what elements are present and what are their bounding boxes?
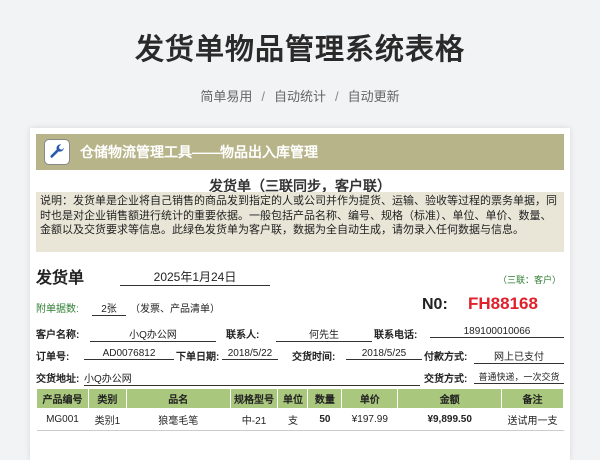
customer-label: 客户名称: [36,330,80,341]
number-label: N0: [422,296,448,313]
contact-label: 联系人: [226,330,260,341]
feature-2: 自动统计 [273,89,326,104]
attach-count[interactable]: 2张 [92,300,126,316]
separator: / [261,89,265,104]
feature-3: 自动更新 [347,89,400,104]
table-cell[interactable]: ¥9,899.50 [397,408,502,431]
spreadsheet-preview: 仓储物流管理工具——物品出入库管理 发货单（三联同步，客户联） 说明：发货单是企… [30,128,570,460]
separator: / [335,89,339,104]
wrench-icon [44,139,70,165]
payment-label: 付款方式: [424,352,468,363]
form-heading: 发货单 [36,270,85,287]
column-header: 单价 [341,388,399,409]
column-header: 备注 [501,388,564,409]
table-cell[interactable]: 中-21 [230,408,278,431]
table-cell[interactable]: 支 [277,408,308,431]
column-header: 规格型号 [229,388,279,409]
order-date-value[interactable]: 2018/5/22 [222,348,278,360]
order-label: 订单号: [36,352,70,363]
delivery-time-label: 交货时间: [292,352,336,363]
table-header-row: 产品编号 类别 品名 规格型号 单位 数量 单价 金额 备注 [36,388,564,409]
delivery-time-value[interactable]: 2018/5/25 [346,348,422,360]
number-value: FH88168 [468,294,538,313]
table-cell[interactable]: ¥197.99 [341,408,398,431]
feature-tagline: 简单易用 / 自动统计 / 自动更新 [0,86,600,105]
column-header: 数量 [307,388,343,409]
phone-label: 联系电话: [374,330,418,341]
page-title: 发货单物品管理系统表格 [134,34,465,66]
attach-label: 附单据数: [36,304,79,315]
phone-value[interactable]: 189100010066 [430,326,564,338]
order-date-label: 下单日期: [176,352,220,363]
customer-value[interactable]: 小Q办公网 [90,326,216,342]
table-row: MG001 类别1 狼毫毛笔 中-21 支 50 ¥197.99 ¥9,899.… [36,408,564,431]
tool-banner: 仓储物流管理工具——物品出入库管理 [36,134,564,170]
feature-1: 简单易用 [200,89,253,104]
address-value[interactable]: 小Q办公网 [84,370,420,386]
address-label: 交货地址: [36,374,80,385]
column-header: 品名 [125,388,231,409]
ship-label: 交货方式: [424,374,468,385]
column-header: 类别 [87,388,127,409]
column-header: 单位 [277,388,309,409]
table-cell[interactable]: 50 [307,408,342,431]
column-header: 金额 [397,388,503,409]
table-cell[interactable]: MG001 [36,408,89,431]
table-cell[interactable]: 狼毫毛笔 [126,408,231,431]
attach-note: （发票、产品清单） [130,304,220,315]
payment-value[interactable]: 网上已支付 [474,348,564,364]
items-table: 产品编号 类别 品名 规格型号 单位 数量 单价 金额 备注 MG001 类别1… [36,388,564,431]
form-date[interactable]: 2025年1月24日 [120,268,270,286]
column-header: 产品编号 [36,388,89,409]
order-value[interactable]: AD0076812 [84,348,174,360]
copy-note: （三联：客户） [498,275,562,285]
banner-title: 仓储物流管理工具——物品出入库管理 [80,144,318,160]
contact-value[interactable]: 何先生 [276,326,372,342]
description-text: 说明：发货单是企业将自己销售的商品发到指定的人或公司并作为提货、运输、验收等过程… [36,192,564,252]
table-cell[interactable]: 类别1 [88,408,127,431]
ship-value[interactable]: 普通快递，一次交货 [474,370,564,384]
table-cell[interactable]: 送试用一支 [501,408,564,431]
